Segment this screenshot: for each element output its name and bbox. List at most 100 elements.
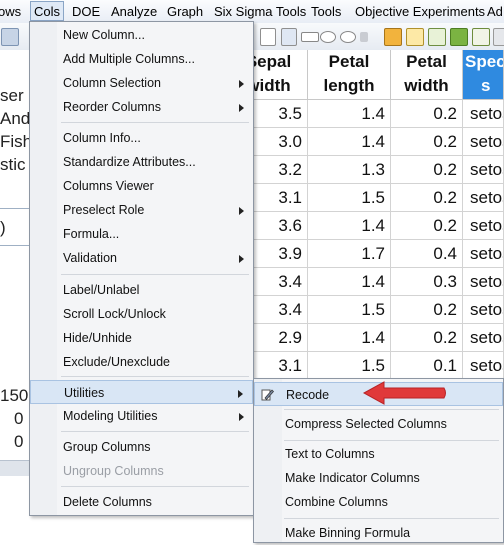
menu-tools[interactable]: Tools [311,4,341,19]
menu-item-label: Columns Viewer [63,179,154,193]
column-header-petal-length[interactable]: Petal length [308,50,391,100]
menu-add-ins[interactable]: Ad [487,4,503,19]
menu-item-add-multiple-columns[interactable]: Add Multiple Columns... [30,47,253,71]
shape-bar-icon[interactable] [301,32,319,42]
menu-item-column-info[interactable]: Column Info... [30,126,253,150]
submenu-item-label: Text to Columns [285,447,375,461]
menu-item-columns-viewer[interactable]: Columns Viewer [30,174,253,198]
cell-petal-length[interactable]: 1.5 [308,352,391,380]
menu-item-hide-unhide[interactable]: Hide/Unhide [30,326,253,350]
cell-species[interactable]: setos [463,212,504,240]
menu-analyze[interactable]: Analyze [111,4,157,19]
cell-petal-length[interactable]: 1.4 [308,324,391,352]
menu-item-utilities[interactable]: Utilities [30,380,253,404]
menu-item-preselect-role[interactable]: Preselect Role [30,198,253,222]
cell-petal-width[interactable]: 0.1 [391,352,463,380]
menu-doe[interactable]: DOE [72,4,100,19]
shape-ellipse-icon[interactable] [320,31,336,43]
data-table-icon[interactable] [384,28,402,46]
menu-item-label: Exclude/Unexclude [63,355,171,369]
menu-item-standardize-attributes[interactable]: Standardize Attributes... [30,150,253,174]
cell-petal-width[interactable]: 0.2 [391,296,463,324]
submenu-arrow-icon [239,413,244,421]
cell-petal-width[interactable]: 0.2 [391,324,463,352]
menu-graph[interactable]: Graph [167,4,203,19]
cell-species[interactable]: setos [463,352,504,380]
menu-item-group-columns[interactable]: Group Columns [30,435,253,459]
submenu-item-make-binning-formula[interactable]: Make Binning Formula [254,521,503,545]
folder-icon[interactable] [1,28,19,46]
grid-icon[interactable] [406,28,424,46]
menu-item-label-unlabel[interactable]: Label/Unlabel [30,278,253,302]
submenu-separator [284,518,499,519]
toolbar-overflow-icon[interactable] [360,32,368,42]
cell-petal-length[interactable]: 1.3 [308,156,391,184]
column-header-line: Petal [406,52,447,71]
menu-six-sigma-tools[interactable]: Six Sigma Tools [214,4,306,19]
shape-square-icon[interactable] [260,28,276,46]
cell-petal-length[interactable]: 1.4 [308,100,391,128]
rows-count: 150 [0,386,29,405]
menu-item-label: Modeling Utilities [63,409,158,423]
menu-item-label: Ungroup Columns [63,464,164,478]
menu-objective-experiments[interactable]: Objective Experiments [355,4,485,19]
column-header-petal-width[interactable]: Petal width [391,50,463,100]
cell-species[interactable]: setos [463,324,504,352]
cell-petal-width[interactable]: 0.3 [391,268,463,296]
menu-item-label: Standardize Attributes... [63,155,196,169]
cell-species[interactable]: setos [463,296,504,324]
menu-item-label: Column Selection [63,76,161,90]
submenu-arrow-icon [239,80,244,88]
distribution-icon[interactable] [472,28,490,46]
cell-petal-length[interactable]: 1.5 [308,296,391,324]
cell-petal-width[interactable]: 0.2 [391,128,463,156]
cell-petal-width[interactable]: 0.4 [391,240,463,268]
cell-petal-width[interactable]: 0.2 [391,184,463,212]
graph-builder-icon[interactable] [450,28,468,46]
menu-item-reorder-columns[interactable]: Reorder Columns [30,95,253,119]
menu-item-label: Preselect Role [63,203,145,217]
menu-separator [61,486,249,487]
rows-value: 0 [14,409,24,428]
cell-species[interactable]: setos [463,268,504,296]
cell-species[interactable]: setos [463,156,504,184]
menu-item-exclude-unexclude[interactable]: Exclude/Unexclude [30,350,253,374]
cell-petal-length[interactable]: 1.4 [308,212,391,240]
menu-item-modeling-utilities[interactable]: Modeling Utilities [30,404,253,428]
cell-petal-length[interactable]: 1.5 [308,184,391,212]
menu-item-label: Hide/Unhide [63,331,132,345]
menu-item-scroll-lock-unlock[interactable]: Scroll Lock/Unlock [30,302,253,326]
cell-species[interactable]: setos [463,184,504,212]
menu-item-label: Add Multiple Columns... [63,52,196,66]
cell-petal-width[interactable]: 0.2 [391,212,463,240]
submenu-item-combine-columns[interactable]: Combine Columns [254,490,503,514]
menu-item-column-selection[interactable]: Column Selection [30,71,253,95]
menu-windows[interactable]: ows [0,4,21,19]
submenu-item-compress-selected-columns[interactable]: Compress Selected Columns [254,412,503,436]
menu-item-formula[interactable]: Formula... [30,222,253,246]
menu-item-new-column[interactable]: New Column... [30,23,253,47]
shape-rectangle-icon[interactable] [281,28,297,46]
menu-cols[interactable]: Cols [30,1,65,21]
cell-species[interactable]: setos [463,128,504,156]
submenu-item-text-to-columns[interactable]: Text to Columns [254,442,503,466]
toolbar-more-icon[interactable] [493,28,504,46]
shape-oval-icon[interactable] [340,31,356,43]
menu-item-validation[interactable]: Validation [30,246,253,270]
cell-petal-length[interactable]: 1.4 [308,268,391,296]
submenu-item-label: Make Binning Formula [285,526,411,540]
tabulate-icon[interactable] [428,28,446,46]
submenu-item-label: Make Indicator Columns [285,471,420,485]
submenu-item-make-indicator-columns[interactable]: Make Indicator Columns [254,466,503,490]
cell-petal-width[interactable]: 0.2 [391,100,463,128]
cell-petal-width[interactable]: 0.2 [391,156,463,184]
panel-text-line: And [0,109,31,128]
cell-species[interactable]: setos [463,100,504,128]
menu-item-label: Utilities [64,386,105,400]
cell-species[interactable]: setos [463,240,504,268]
submenu-separator [284,409,499,410]
cell-petal-length[interactable]: 1.4 [308,128,391,156]
cell-petal-length[interactable]: 1.7 [308,240,391,268]
menu-item-delete-columns[interactable]: Delete Columns [30,490,253,514]
column-header-species[interactable]: Speci s [463,50,504,100]
